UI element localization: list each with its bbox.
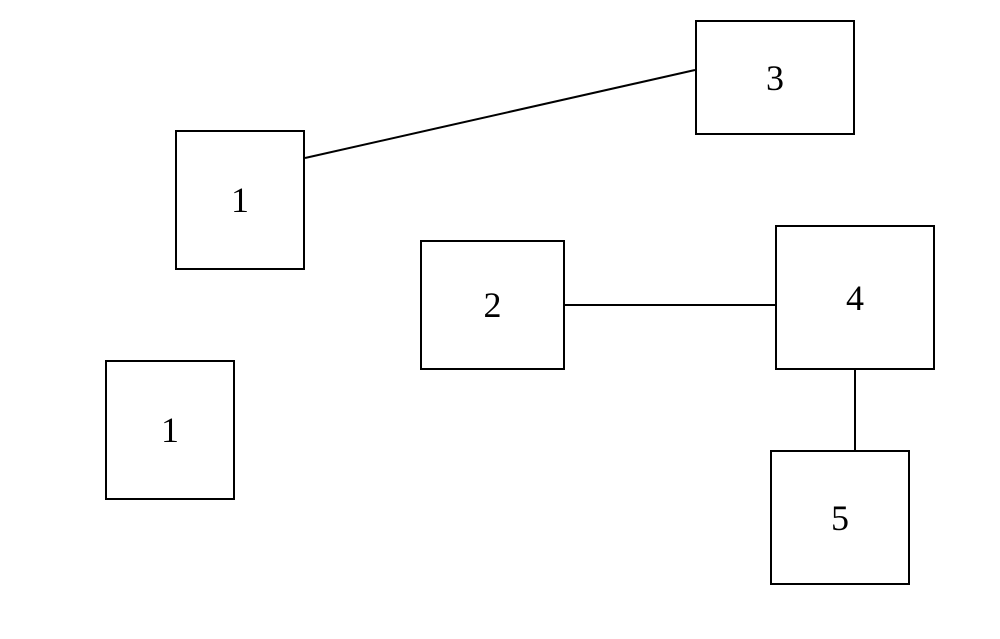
node-3: 3 [695, 20, 855, 135]
node-label: 2 [484, 284, 502, 326]
connector-node1a-node3 [305, 70, 695, 158]
node-2: 2 [420, 240, 565, 370]
connector-node1a-node2 [305, 260, 420, 295]
node-label: 4 [846, 277, 864, 319]
node-1b: 1 [105, 360, 235, 500]
node-1a: 1 [175, 130, 305, 270]
node-label: 1 [161, 409, 179, 451]
node-label: 1 [231, 179, 249, 221]
node-4: 4 [775, 225, 935, 370]
node-label: 3 [766, 57, 784, 99]
connector-node1b-node2 [235, 370, 420, 386]
node-label: 5 [831, 497, 849, 539]
node-5: 5 [770, 450, 910, 585]
